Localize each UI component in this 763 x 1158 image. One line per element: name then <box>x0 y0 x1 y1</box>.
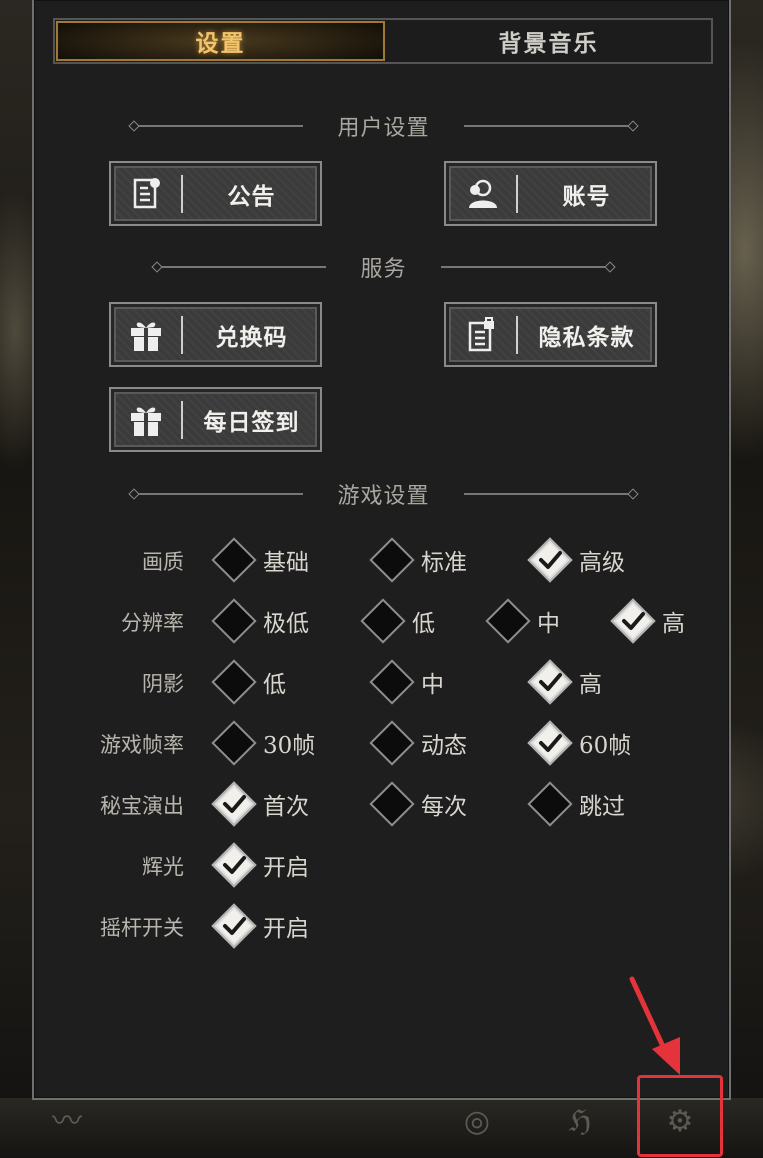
divider-right <box>463 493 634 495</box>
option-framerate-0[interactable]: 30帧 <box>211 720 315 766</box>
unchecked-diamond-icon <box>369 720 415 766</box>
option-shadow-1[interactable]: 中 <box>369 659 444 705</box>
section-title: 服务 <box>360 257 407 282</box>
option-label: 标准 <box>421 550 467 576</box>
unchecked-diamond-icon <box>369 537 415 583</box>
settings-panel: 设置 背景音乐 用户设置 公告 账号 服务 兑换码 隐私条款 每日签到 游戏设置… <box>32 0 731 1100</box>
unchecked-diamond-icon <box>485 598 531 644</box>
option-framerate-2[interactable]: 60帧 <box>527 720 631 766</box>
tab-bar: 设置 背景音乐 <box>53 18 713 64</box>
annotation-highlight-box <box>637 1075 723 1157</box>
unchecked-diamond-icon <box>211 598 257 644</box>
option-label: 开启 <box>263 855 309 881</box>
account-button[interactable]: 账号 <box>444 161 657 226</box>
option-label: 高级 <box>579 550 625 576</box>
unchecked-diamond-icon <box>369 659 415 705</box>
button-label: 公告 <box>227 182 276 210</box>
button-label: 账号 <box>562 182 611 210</box>
bottom-nav-icon-3[interactable]: ℌ <box>555 1102 605 1142</box>
bottom-nav-icon-2[interactable]: ◎ <box>452 1102 502 1142</box>
option-label: 首次 <box>263 794 309 820</box>
section-title: 用户设置 <box>337 116 430 141</box>
setting-label-quality: 画质 <box>142 550 184 574</box>
setting-label-shadow: 阴影 <box>142 672 184 696</box>
checked-diamond-icon <box>527 537 573 583</box>
option-label: 跳过 <box>579 794 625 820</box>
option-quality-1[interactable]: 标准 <box>369 537 467 583</box>
option-resolution-2[interactable]: 中 <box>485 598 560 644</box>
option-label: 中 <box>537 611 560 637</box>
option-framerate-1[interactable]: 动态 <box>369 720 467 766</box>
annotation-arrow-icon <box>629 976 680 1075</box>
unchecked-diamond-icon <box>527 781 573 827</box>
section-game-settings: 游戏设置 <box>34 479 733 509</box>
privacy-policy-button[interactable]: 隐私条款 <box>444 302 657 367</box>
option-quality-0[interactable]: 基础 <box>211 537 309 583</box>
tab-bgm[interactable]: 背景音乐 <box>386 20 711 62</box>
announcement-button[interactable]: 公告 <box>109 161 322 226</box>
divider-left <box>156 266 327 268</box>
checked-diamond-icon <box>527 720 573 766</box>
option-label: 30帧 <box>263 733 316 759</box>
option-label: 开启 <box>263 916 309 942</box>
option-label: 高 <box>662 611 685 637</box>
section-user-settings: 用户设置 <box>34 111 733 141</box>
option-treasure-1[interactable]: 每次 <box>369 781 467 827</box>
checked-diamond-icon <box>211 781 257 827</box>
gift-icon <box>111 389 181 450</box>
section-title: 游戏设置 <box>337 484 430 509</box>
tab-settings[interactable]: 设置 <box>56 21 385 61</box>
section-service: 服务 <box>34 252 733 282</box>
redeem-code-button[interactable]: 兑换码 <box>109 302 322 367</box>
user-icon <box>446 163 516 224</box>
checked-diamond-icon <box>610 598 656 644</box>
unchecked-diamond-icon <box>211 659 257 705</box>
option-glow-0[interactable]: 开启 <box>211 842 309 888</box>
option-joystick-0[interactable]: 开启 <box>211 903 309 949</box>
bottom-nav-icon-1[interactable]: 〰 <box>42 1102 92 1142</box>
setting-label-joystick: 摇杆开关 <box>100 916 184 940</box>
gift-icon <box>111 304 181 365</box>
option-resolution-3[interactable]: 高 <box>610 598 685 644</box>
option-label: 中 <box>421 672 444 698</box>
option-shadow-2[interactable]: 高 <box>527 659 602 705</box>
option-quality-2[interactable]: 高级 <box>527 537 625 583</box>
button-label: 隐私条款 <box>538 323 635 351</box>
checked-diamond-icon <box>211 903 257 949</box>
document-icon <box>111 163 181 224</box>
option-label: 60帧 <box>579 733 632 759</box>
option-resolution-0[interactable]: 极低 <box>211 598 309 644</box>
option-treasure-0[interactable]: 首次 <box>211 781 309 827</box>
daily-checkin-button[interactable]: 每日签到 <box>109 387 322 452</box>
divider-left <box>133 493 304 495</box>
option-label: 动态 <box>421 733 467 759</box>
divider-left <box>133 125 304 127</box>
option-treasure-2[interactable]: 跳过 <box>527 781 625 827</box>
option-resolution-1[interactable]: 低 <box>360 598 435 644</box>
unchecked-diamond-icon <box>211 537 257 583</box>
option-label: 低 <box>263 672 286 698</box>
divider-right <box>463 125 634 127</box>
checked-diamond-icon <box>211 842 257 888</box>
unchecked-diamond-icon <box>211 720 257 766</box>
checked-diamond-icon <box>527 659 573 705</box>
setting-label-glow: 辉光 <box>142 855 184 879</box>
unchecked-diamond-icon <box>360 598 406 644</box>
setting-label-treasure: 秘宝演出 <box>100 794 184 818</box>
option-label: 低 <box>412 611 435 637</box>
unchecked-diamond-icon <box>369 781 415 827</box>
divider-right <box>440 266 611 268</box>
option-label: 高 <box>579 672 602 698</box>
document-lock-icon <box>446 304 516 365</box>
setting-label-framerate: 游戏帧率 <box>100 733 184 757</box>
setting-label-resolution: 分辨率 <box>121 611 184 635</box>
option-label: 基础 <box>263 550 309 576</box>
option-shadow-0[interactable]: 低 <box>211 659 286 705</box>
button-label: 兑换码 <box>215 323 288 351</box>
button-label: 每日签到 <box>203 408 300 436</box>
option-label: 每次 <box>421 794 467 820</box>
option-label: 极低 <box>263 611 309 637</box>
